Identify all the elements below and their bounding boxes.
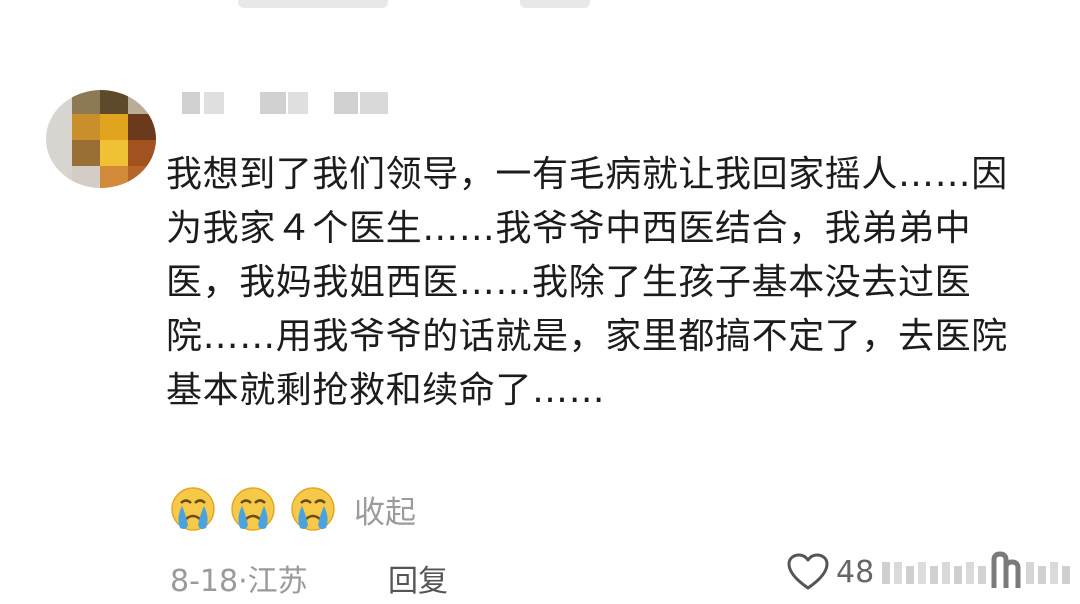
collapse-button[interactable]: 收起: [354, 487, 416, 532]
comment-meta: 8-18·江苏: [170, 556, 308, 600]
avatar[interactable]: [46, 90, 156, 188]
reply-button[interactable]: 回复: [388, 556, 448, 600]
username-redacted[interactable]: [182, 90, 392, 116]
like-count: 48: [836, 554, 875, 590]
crying-face-icon: [171, 487, 215, 531]
watermark-logo: [882, 551, 1070, 588]
meta-separator: ·: [238, 564, 248, 599]
comment-text: 我想到了我们领导，一有毛病就让我回家摇人……因为我家４个医生……我爷爷中西医结合…: [166, 154, 1008, 411]
comment-date: 8-18: [170, 564, 239, 599]
crying-face-icon: [291, 487, 335, 531]
previous-comment-cutoff: [0, 0, 1080, 14]
crying-face-icon: [231, 487, 275, 531]
heart-icon: [787, 553, 829, 590]
comment-location: 江苏: [247, 564, 308, 599]
like-button[interactable]: 48: [786, 552, 874, 592]
blurred-text: [238, 0, 388, 8]
blurred-text: [520, 0, 590, 8]
emoji-row: 收起: [170, 484, 416, 534]
avatar-mosaic: [72, 90, 156, 188]
